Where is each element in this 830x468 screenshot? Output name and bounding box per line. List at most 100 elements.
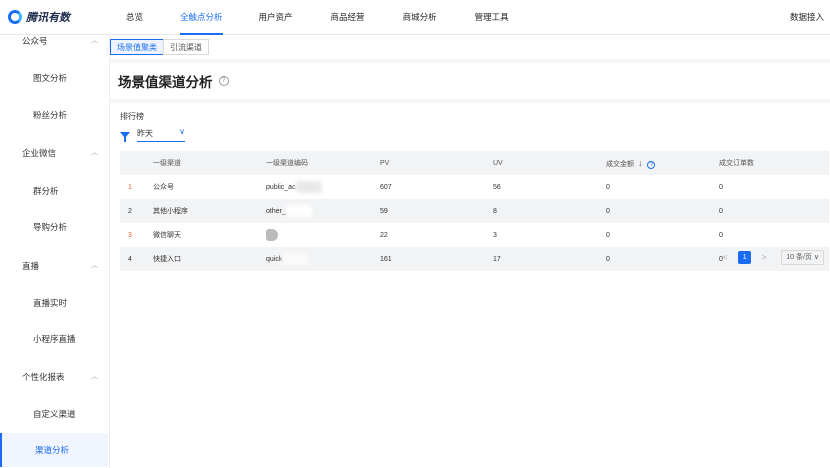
pv-cell: 161 — [372, 247, 485, 271]
column-header-rank — [120, 151, 145, 175]
sidebar-item-custom-channel[interactable]: 自定义渠道 — [0, 408, 108, 420]
chevron-left-icon[interactable]: < — [718, 253, 732, 262]
table-row: 3 微信聊天 22 3 0 0 — [120, 223, 829, 247]
sidebar-group-custom-reports[interactable]: 个性化报表 ︿ — [0, 371, 110, 383]
redacted-mark — [295, 181, 322, 193]
title-bar: 场景值渠道分析 ? — [110, 63, 830, 99]
sidebar-item-miniprogram-live[interactable]: 小程序直播 — [0, 333, 108, 345]
channel-code-text: other_ — [266, 207, 286, 215]
rank-cell: 2 — [120, 199, 145, 223]
channel-code-text: public_ac — [266, 183, 296, 191]
nav-item-user-assets[interactable]: 用户资产 — [259, 0, 293, 35]
top-navigation-bar: 腾讯有数 总览 全触点分析 用户资产 商品经营 商城分析 管理工具 数据接入 — [0, 0, 830, 35]
rank-cell: 4 — [120, 247, 145, 271]
amount-cell: 0 — [598, 199, 711, 223]
sidebar-item-group-analysis[interactable]: 群分析 — [0, 185, 108, 197]
main-content: 场景值聚类 引流渠道 场景值渠道分析 ? 排行榜 昨天 ∨ 一级渠道 一级渠道编… — [110, 35, 830, 468]
redacted-mark — [285, 205, 312, 217]
page-title: 场景值渠道分析 — [118, 75, 213, 90]
channel-cell: 微信聊天 — [153, 232, 181, 239]
channel-cell: 公众号 — [153, 184, 174, 191]
channel-code-text: quick — [266, 255, 283, 263]
table-row: 2 其他小程序 other_ 59 8 0 0 — [120, 199, 829, 223]
sidebar-group-wecom[interactable]: 企业微信 ︿ — [0, 147, 110, 159]
nav-item-overview[interactable]: 总览 — [126, 0, 143, 35]
logo-icon — [8, 10, 22, 24]
sidebar: 公众号 ︿ 图文分析 粉丝分析 企业微信 ︿ 群分析 导购分析 直播 ︿ 直播实… — [0, 35, 110, 468]
uv-cell: 17 — [485, 247, 598, 271]
sidebar-group-official-account[interactable]: 公众号 ︿ — [0, 35, 110, 47]
column-header-amount[interactable]: 成交金额 ↓ ? — [598, 151, 711, 175]
channel-code-cell — [258, 223, 372, 247]
channel-code-cell: quick — [258, 247, 372, 271]
page-size-select[interactable]: 10 条/页 ∨ — [781, 250, 824, 265]
channel-code-cell: other_ — [258, 199, 372, 223]
ranking-card: 排行榜 昨天 ∨ 一级渠道 一级渠道编码 PV UV 成交金额 ↓ ? 成交订单… — [110, 103, 830, 468]
date-select[interactable]: 昨天 ∨ — [137, 127, 185, 142]
logo-text: 腾讯有数 — [26, 12, 70, 24]
sidebar-item-article-analysis[interactable]: 图文分析 — [0, 72, 108, 84]
logo[interactable]: 腾讯有数 — [8, 9, 112, 25]
table-header-row: 一级渠道 一级渠道编码 PV UV 成交金额 ↓ ? 成交订单数 — [120, 151, 829, 175]
pv-cell: 22 — [380, 231, 388, 239]
chevron-up-icon: ︿ — [91, 262, 98, 269]
uv-cell: 8 — [485, 199, 598, 223]
chevron-down-icon: ∨ — [179, 127, 185, 136]
nav-item-product-operations[interactable]: 商品经营 — [331, 0, 365, 35]
page-size-value: 10 条/页 — [786, 254, 812, 261]
nav-item-touchpoint-analysis[interactable]: 全触点分析 — [180, 0, 223, 35]
column-header-orders[interactable]: 成交订单数 — [711, 151, 829, 175]
redacted-mark — [282, 253, 309, 265]
help-icon[interactable]: ? — [218, 76, 229, 86]
tab-scene-cluster[interactable]: 场景值聚类 — [110, 39, 164, 55]
filter-icon — [120, 132, 130, 142]
uv-cell: 3 — [493, 231, 497, 239]
orders-cell: 0 — [711, 199, 829, 223]
sidebar-item-channel-analysis[interactable]: 渠道分析 — [0, 433, 108, 467]
data-access-link[interactable]: 数据接入 — [790, 0, 824, 35]
rank-cell: 1 — [128, 183, 132, 191]
sidebar-item-live-realtime[interactable]: 直播实时 — [0, 297, 108, 309]
sidebar-group-label: 个性化报表 — [22, 372, 65, 382]
amount-cell: 0 — [606, 231, 610, 239]
nav-item-mall-analysis[interactable]: 商城分析 — [403, 0, 437, 35]
column-header-channel: 一级渠道 — [145, 151, 258, 175]
orders-cell: 0 — [719, 183, 723, 191]
amount-cell: 0 — [606, 183, 610, 191]
sidebar-group-label: 直播 — [22, 261, 40, 271]
date-filter: 昨天 ∨ — [120, 127, 185, 142]
sidebar-group-label: 公众号 — [22, 36, 48, 46]
channel-cell: 其他小程序 — [145, 199, 258, 223]
sort-down-icon[interactable]: ↓ — [638, 158, 643, 168]
date-select-value: 昨天 — [137, 129, 153, 138]
chevron-up-icon: ︿ — [91, 37, 98, 44]
orders-cell: 0 — [719, 231, 723, 239]
chevron-up-icon: ︿ — [91, 149, 98, 156]
pv-cell: 59 — [372, 199, 485, 223]
column-header-pv[interactable]: PV — [372, 151, 485, 175]
sidebar-item-guide-analysis[interactable]: 导购分析 — [0, 221, 108, 233]
main-nav: 总览 全触点分析 用户资产 商品经营 商城分析 管理工具 — [112, 0, 509, 35]
chevron-right-icon[interactable]: > — [757, 253, 771, 262]
tab-traffic-channel[interactable]: 引流渠道 — [163, 39, 209, 55]
uv-cell: 56 — [493, 183, 501, 191]
page-tabs: 场景值聚类 引流渠道 — [110, 35, 830, 59]
pagination: < 1 > 10 条/页 ∨ — [718, 250, 830, 265]
rank-cell: 3 — [128, 231, 132, 239]
table-row: 1 公众号 public_ac 607 56 0 0 — [120, 175, 829, 199]
question-circle-icon[interactable]: ? — [647, 160, 656, 169]
column-header-uv[interactable]: UV — [485, 151, 598, 175]
column-header-channel-code: 一级渠道编码 — [258, 151, 372, 175]
channel-cell: 快捷入口 — [145, 247, 258, 271]
page-number-current[interactable]: 1 — [738, 251, 752, 264]
amount-cell: 0 — [598, 247, 711, 271]
chevron-up-icon: ︿ — [91, 373, 98, 380]
pv-cell: 607 — [380, 183, 392, 191]
column-header-amount-label: 成交金额 — [606, 160, 634, 168]
channel-code-cell: public_ac — [258, 175, 372, 199]
nav-item-management-tools[interactable]: 管理工具 — [475, 0, 509, 35]
sidebar-item-fans-analysis[interactable]: 粉丝分析 — [0, 109, 108, 121]
sidebar-group-label: 企业微信 — [22, 148, 57, 158]
redacted-mark — [266, 229, 278, 241]
sidebar-group-live[interactable]: 直播 ︿ — [0, 260, 110, 272]
